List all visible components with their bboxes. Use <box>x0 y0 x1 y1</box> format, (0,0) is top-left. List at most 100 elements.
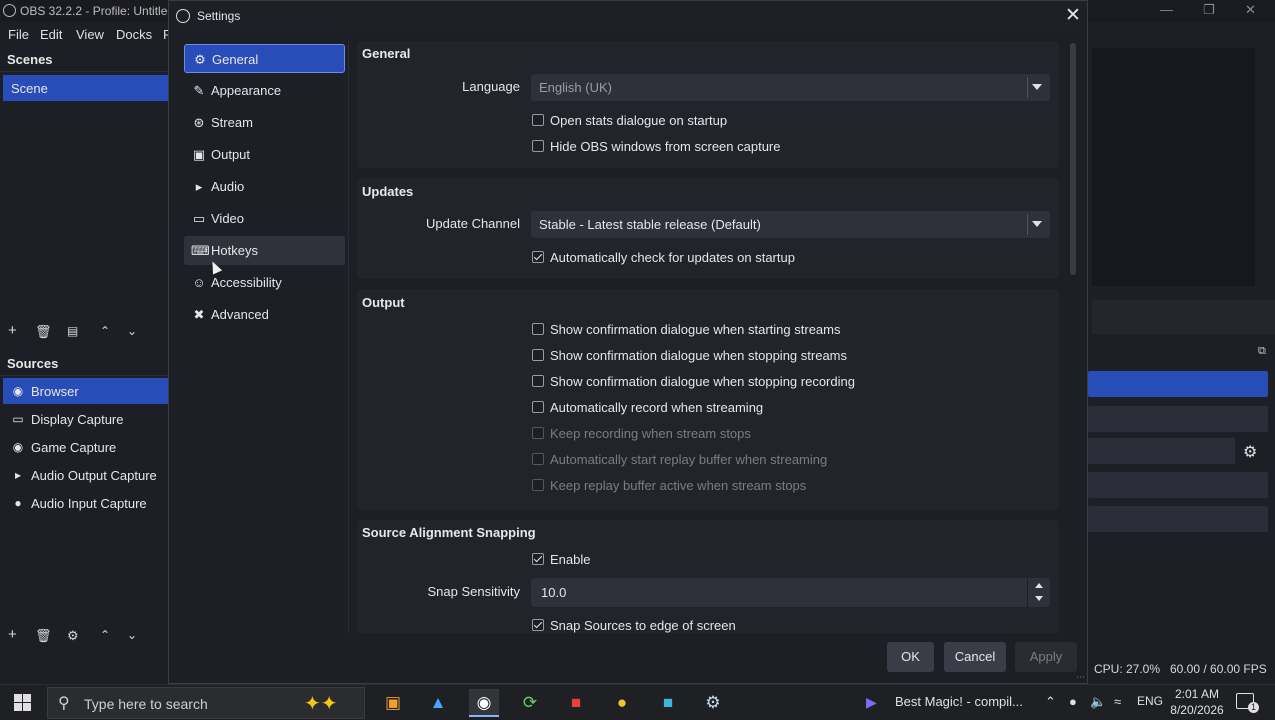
remove-source-icon[interactable]: 🗑 <box>35 628 52 644</box>
move-down-icon[interactable]: ⌄ <box>127 628 137 642</box>
gamepad-icon: ◉ <box>12 440 24 454</box>
category-appearance[interactable]: ✎ Appearance <box>184 76 345 105</box>
cancel-button[interactable]: Cancel <box>944 642 1006 672</box>
settings-content: General Language English (UK) Open stats… <box>357 41 1079 633</box>
spin-divider <box>1027 578 1028 607</box>
source-item[interactable]: ◉ Browser <box>3 378 168 404</box>
close-icon[interactable]: ✕ <box>1065 4 1081 27</box>
ok-button[interactable]: OK <box>887 642 934 672</box>
taskbar-search[interactable]: ⚲ Type here to search ✦✦ <box>47 687 365 719</box>
resize-grip-icon[interactable]: ⋯ <box>1076 672 1085 683</box>
language-indicator[interactable]: ENG <box>1137 694 1163 708</box>
keyboard-icon: ⌨ <box>191 243 210 258</box>
menu-file[interactable]: File <box>8 27 29 42</box>
category-hotkeys[interactable]: ⌨ Hotkeys <box>184 236 345 265</box>
dock-float-icon[interactable]: ⧉ <box>1258 345 1266 358</box>
checkbox-box <box>532 427 544 439</box>
source-item[interactable]: ▸ Audio Output Capture <box>3 462 168 488</box>
checkbox-label: Keep recording when stream stops <box>550 426 751 441</box>
app-icon-p[interactable]: ■ <box>561 689 591 717</box>
minimize-icon[interactable]: — <box>1160 2 1173 17</box>
app-icon-m[interactable]: ▣ <box>378 689 408 717</box>
menu-edit[interactable]: Edit <box>40 27 62 42</box>
update-channel-select[interactable]: Stable - Latest stable release (Default) <box>531 211 1050 238</box>
menu-docks[interactable]: Docks <box>116 27 152 42</box>
category-audio[interactable]: ▸ Audio <box>184 172 345 201</box>
chevron-up-icon[interactable] <box>1035 583 1043 588</box>
category-accessibility[interactable]: ☺ Accessibility <box>184 268 345 297</box>
checkbox-box <box>532 349 544 361</box>
source-properties-icon[interactable]: ⚙ <box>67 628 79 644</box>
checkbox-label: Automatically check for updates on start… <box>550 250 795 265</box>
group-title: General <box>362 46 411 61</box>
obs-logo-icon <box>176 9 190 23</box>
general-group: General Language English (UK) Open stats… <box>357 41 1059 168</box>
volume-icon[interactable]: 🔈 <box>1090 694 1106 710</box>
dock-row[interactable] <box>1088 472 1268 498</box>
notification-badge: 1 <box>1248 702 1259 713</box>
windows-start-icon[interactable] <box>14 694 31 711</box>
settings-title: Settings <box>197 9 241 23</box>
category-general[interactable]: ⚙ General <box>184 44 345 73</box>
checkbox-label: Automatically record when streaming <box>550 400 764 415</box>
scenes-dock-title: Scenes <box>0 46 168 72</box>
scene-item-label: Scene <box>11 81 48 96</box>
cpu-usage: CPU: 27.0% <box>1094 662 1161 676</box>
source-item[interactable]: ▭ Display Capture <box>3 406 168 432</box>
monitor-icon: ▭ <box>192 211 206 226</box>
language-select[interactable]: English (UK) <box>531 74 1050 101</box>
gear-icon[interactable]: ⚙ <box>1243 442 1257 462</box>
move-down-icon[interactable]: ⌄ <box>127 324 137 338</box>
category-advanced[interactable]: ✖ Advanced <box>184 300 345 329</box>
sparkle-icon: ✦✦ <box>304 693 338 715</box>
add-source-icon[interactable]: + <box>8 626 17 643</box>
settings-scrollbar[interactable] <box>1070 43 1076 275</box>
app-icon-green[interactable]: ⟳ <box>515 689 545 717</box>
dock-row[interactable] <box>1088 438 1235 464</box>
clock-time[interactable]: 2:01 AM <box>1172 687 1222 701</box>
checkbox-label: Hide OBS windows from screen capture <box>550 139 781 154</box>
menu-view[interactable]: View <box>76 27 104 42</box>
app-icon-a[interactable]: ▲ <box>423 689 453 717</box>
restore-icon[interactable]: ❐ <box>1203 2 1215 18</box>
selected-row[interactable] <box>1088 371 1268 397</box>
dock-row[interactable] <box>1088 506 1268 532</box>
checkbox-label: Open stats dialogue on startup <box>550 113 728 128</box>
steam-icon[interactable]: ⚙ <box>698 689 728 717</box>
category-stream[interactable]: ⊛ Stream <box>184 108 345 137</box>
wrench-icon: ✖ <box>193 307 205 322</box>
update-channel-label: Update Channel <box>426 216 520 231</box>
chevron-down-icon[interactable] <box>1035 596 1043 601</box>
source-item[interactable]: ● Audio Input Capture <box>3 490 168 516</box>
move-up-icon[interactable]: ⌃ <box>100 628 110 642</box>
microphone-icon[interactable]: ● <box>1069 694 1077 709</box>
category-output[interactable]: ▣ Output <box>184 140 345 169</box>
group-title: Source Alignment Snapping <box>362 525 536 540</box>
snap-sensitivity-label: Snap Sensitivity <box>427 584 521 599</box>
snapping-group: Source Alignment Snapping Enable Snap Se… <box>357 520 1059 633</box>
close-icon[interactable]: ✕ <box>1245 2 1256 18</box>
chevron-up-icon[interactable]: ⌃ <box>1045 694 1056 710</box>
remove-scene-icon[interactable]: 🗑 <box>35 324 52 340</box>
menu-bar: File Edit View Docks F <box>0 22 175 46</box>
scene-item[interactable]: Scene <box>3 75 168 101</box>
apply-button[interactable]: Apply <box>1015 642 1077 672</box>
checkbox-box <box>532 453 544 465</box>
dock-row[interactable] <box>1088 406 1268 432</box>
wifi-icon[interactable]: ≈ <box>1114 694 1121 709</box>
move-up-icon[interactable]: ⌃ <box>100 324 110 338</box>
snap-sensitivity-input[interactable]: 10.0 <box>531 578 1050 607</box>
obs-taskbar-icon[interactable]: ◉ <box>469 689 499 717</box>
add-scene-icon[interactable]: + <box>8 322 17 339</box>
category-video[interactable]: ▭ Video <box>184 204 345 233</box>
running-app-label[interactable]: Best Magic! - compil... <box>895 694 1023 709</box>
scene-filters-icon[interactable]: ▤ <box>67 324 78 338</box>
clock-date[interactable]: 8/20/2026 <box>1167 703 1227 717</box>
chrome-icon[interactable]: ● <box>607 689 637 717</box>
obs-window-title: OBS 32.2.2 - Profile: Untitled - <box>20 4 182 18</box>
checkbox-box <box>532 114 544 126</box>
microphone-icon: ● <box>14 496 22 510</box>
app-icon-blue[interactable]: ■ <box>653 689 683 717</box>
source-item[interactable]: ◉ Game Capture <box>3 434 168 460</box>
source-item-label: Display Capture <box>31 412 124 427</box>
